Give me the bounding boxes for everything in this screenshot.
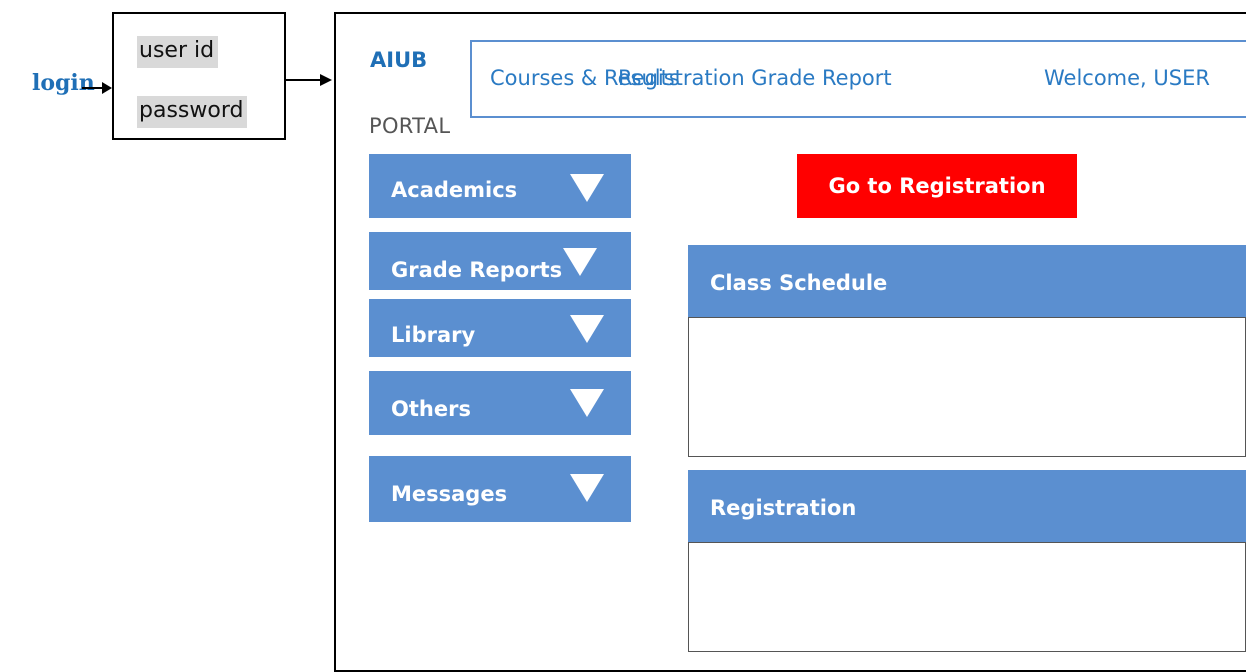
nav-welcome-user[interactable]: Welcome, USER [1044, 66, 1210, 90]
sidebar-item-library[interactable]: Library [369, 299, 631, 357]
panel-title: Registration [710, 496, 857, 520]
login-form: user id password [112, 12, 286, 140]
chevron-down-icon [563, 248, 597, 276]
sidebar-item-label: Others [391, 397, 471, 421]
arrow-right-icon [82, 82, 112, 94]
password-field[interactable]: password [137, 96, 248, 128]
chevron-down-icon [570, 474, 604, 502]
class-schedule-header: Class Schedule [688, 245, 1246, 317]
panel-title: Class Schedule [710, 271, 888, 295]
sidebar-item-messages[interactable]: Messages [369, 456, 631, 522]
registration-panel [688, 542, 1246, 652]
arrow-right-icon [286, 74, 332, 86]
user-id-field[interactable]: user id [137, 36, 219, 68]
chevron-down-icon [570, 389, 604, 417]
sidebar-item-others[interactable]: Others [369, 371, 631, 435]
chevron-down-icon [570, 315, 604, 343]
chevron-down-icon [570, 174, 604, 202]
go-to-registration-button[interactable]: Go to Registration [797, 154, 1077, 218]
sidebar-item-academics[interactable]: Academics [369, 154, 631, 218]
sidebar-item-grade-reports[interactable]: Grade Reports [369, 232, 631, 290]
brand-subtitle: PORTAL [369, 114, 451, 138]
nav-registration-grade-report[interactable]: Registration Grade Report [618, 66, 892, 90]
brand-logo[interactable]: AIUB [370, 48, 427, 72]
sidebar-item-label: Library [391, 323, 476, 347]
sidebar-item-label: Messages [391, 482, 508, 506]
sidebar-item-label: Grade Reports [391, 258, 563, 282]
top-nav: Courses & Results Registration Grade Rep… [470, 40, 1246, 118]
class-schedule-panel [688, 317, 1246, 457]
registration-header: Registration [688, 470, 1246, 542]
sidebar-item-label: Academics [391, 178, 518, 202]
